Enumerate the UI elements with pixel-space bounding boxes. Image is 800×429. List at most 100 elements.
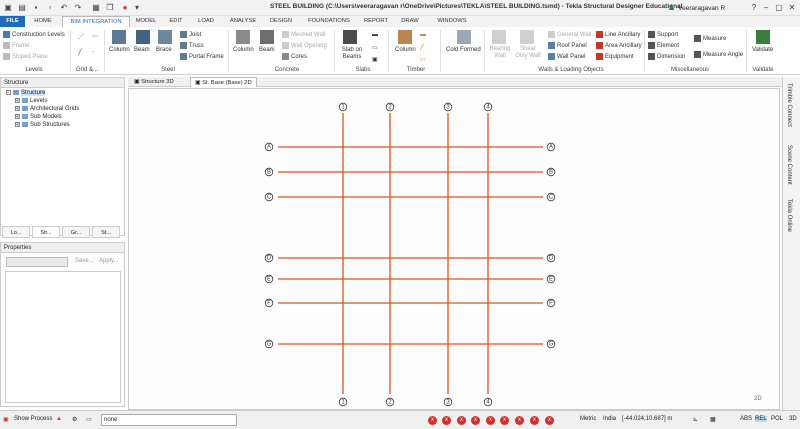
tab-load[interactable]: LOAD (193, 16, 219, 27)
tab-status[interactable]: St... (92, 226, 120, 238)
error-icon[interactable]: x (530, 416, 539, 425)
grid-bubble-left-C[interactable]: C (264, 192, 274, 202)
process-icon[interactable]: ▲ (56, 416, 62, 422)
grid-bubble-bottom-2[interactable]: 2 (385, 397, 395, 407)
copy-icon[interactable]: ❐ (105, 3, 115, 13)
redo-icon[interactable]: ↷ (73, 3, 83, 13)
grid-bubble-left-E[interactable]: E (264, 274, 274, 284)
portal-frame-button[interactable]: Portal Frame (180, 53, 224, 60)
shear-only-wall-label[interactable]: Shear Only Wall (514, 46, 542, 60)
concrete-column-icon[interactable] (236, 30, 250, 44)
timber-column-icon[interactable] (398, 30, 412, 44)
maximize-button[interactable]: ▢ (773, 2, 785, 14)
tab-file[interactable]: FILE (0, 16, 25, 27)
tree-item-sub-models[interactable]: + Sub Models (15, 114, 62, 120)
steel-brace-label[interactable]: Brace (156, 47, 172, 53)
tab-model[interactable]: MODEL (132, 16, 160, 27)
undo-icon[interactable]: ↶ (59, 3, 69, 13)
timber-beam-icon[interactable]: ▬ (420, 32, 426, 38)
tab-scene-content[interactable]: Scene Content (786, 145, 792, 185)
area-ancillary-button[interactable]: Area Ancillary (596, 42, 642, 49)
slab-on-beams-icon[interactable] (343, 30, 357, 44)
error-icon[interactable]: x (545, 416, 554, 425)
tab-foundations[interactable]: FOUNDATIONS (305, 16, 353, 27)
grid-bubble-right-E[interactable]: E (546, 274, 556, 284)
bearing-wall-icon[interactable] (492, 30, 506, 44)
wall-opening-button[interactable]: Wall Opening (282, 42, 327, 49)
grid-bubble-bottom-3[interactable]: 3 (443, 397, 453, 407)
error-icon[interactable]: x (486, 416, 495, 425)
error-icon[interactable]: x (428, 416, 437, 425)
slab-opening-icon[interactable]: ▣ (372, 56, 378, 63)
tab-windows[interactable]: WINDOWS (432, 16, 472, 27)
dimension-button[interactable]: Dimension (648, 53, 685, 60)
open-icon[interactable]: ▤ (17, 3, 27, 13)
frame-button[interactable]: Frame (3, 42, 29, 49)
grid-bubble-right-C[interactable]: C (546, 192, 556, 202)
steel-column-label[interactable]: Column (109, 47, 130, 53)
mode-3d[interactable]: 3D (789, 416, 797, 422)
grid-bubble-left-G[interactable]: G (264, 339, 274, 349)
collapse-icon[interactable]: − (6, 90, 11, 96)
grid-bubble-right-F[interactable]: F (546, 298, 556, 308)
help-icon[interactable]: ? (748, 2, 760, 14)
error-icon[interactable]: x (500, 416, 509, 425)
mode-rel[interactable]: REL (755, 416, 767, 422)
units-label[interactable]: Metric (580, 416, 596, 422)
tab-trimble-connect[interactable]: Trimble Connect (786, 83, 792, 127)
tab-structure-3d[interactable]: ▣ Structure 3D (130, 77, 178, 87)
construction-levels-button[interactable]: Construction Levels (3, 31, 65, 38)
slab-item-icon[interactable]: ▭ (372, 44, 378, 51)
expand-icon[interactable]: + (15, 122, 20, 128)
equipment-button[interactable]: Equipment (596, 53, 634, 60)
steel-brace-icon[interactable] (158, 30, 172, 44)
show-process-icon[interactable]: ▣ (3, 416, 9, 423)
tab-home[interactable]: HOME (29, 16, 57, 27)
steel-beam-icon[interactable] (136, 30, 150, 44)
tab-tekla-online[interactable]: Tekla Online (786, 199, 792, 232)
settings-icon[interactable]: ⚙ (72, 416, 77, 423)
mode-abs[interactable]: ABS (740, 416, 752, 422)
element-button[interactable]: Element (648, 42, 679, 49)
region-label[interactable]: India (603, 416, 616, 422)
slab-type-icon[interactable]: ▬ (372, 32, 378, 38)
sloped-plane-button[interactable]: Sloped Plane (3, 53, 48, 60)
tab-analyse[interactable]: ANALYSE (226, 16, 260, 27)
view-2d-toggle[interactable]: 2D (754, 396, 762, 402)
support-button[interactable]: Support (648, 31, 678, 38)
expand-icon[interactable]: + (15, 106, 20, 112)
steel-beam-label[interactable]: Beam (134, 47, 150, 53)
grid-bubble-right-A[interactable]: A (546, 142, 556, 152)
new-icon[interactable]: ▫ (45, 3, 55, 13)
joist-button[interactable]: Joist (180, 31, 201, 38)
error-icon[interactable]: x (515, 416, 524, 425)
tab-report[interactable]: REPORT (361, 16, 391, 27)
command-input[interactable]: none (101, 414, 237, 426)
tab-loading[interactable]: Lo... (2, 226, 30, 238)
grid-bubble-right-G[interactable]: G (546, 339, 556, 349)
save-button[interactable]: Save... (75, 258, 94, 264)
expand-icon[interactable]: + (15, 114, 20, 120)
validate-icon[interactable] (756, 30, 770, 44)
timber-joist-icon[interactable]: ▭ (420, 56, 426, 63)
expand-icon[interactable]: + (15, 98, 20, 104)
cold-formed-icon[interactable] (457, 30, 471, 44)
snap-icon[interactable]: ⊾ (693, 416, 698, 423)
grid-bubble-bottom-1[interactable]: 1 (338, 397, 348, 407)
tab-edit[interactable]: EDIT (164, 16, 188, 27)
grid-bubble-left-F[interactable]: F (264, 298, 274, 308)
app-logo-icon[interactable]: ▣ (3, 3, 13, 13)
tab-bim-integration[interactable]: BIM INTEGRATION (62, 16, 130, 27)
grid-drawing[interactable]: 1 1 2 2 3 3 4 4 A A B B C C D D E E F F G G (129, 89, 780, 410)
cores-button[interactable]: Cores (282, 53, 307, 60)
grid-view-icon[interactable]: ▦ (91, 3, 101, 13)
tab-design[interactable]: DESIGN (266, 16, 296, 27)
dropdown-icon[interactable]: ▾ (132, 3, 142, 13)
mode-pol[interactable]: POL (771, 416, 783, 422)
timber-brace-icon[interactable]: ╱ (420, 44, 424, 51)
grid-bubble-top-1[interactable]: 1 (338, 102, 348, 112)
wall-panel-button[interactable]: Wall Panel (548, 53, 585, 60)
error-icon[interactable]: x (442, 416, 451, 425)
error-icon[interactable]: x (471, 416, 480, 425)
validate-button[interactable]: Validate (752, 47, 773, 53)
